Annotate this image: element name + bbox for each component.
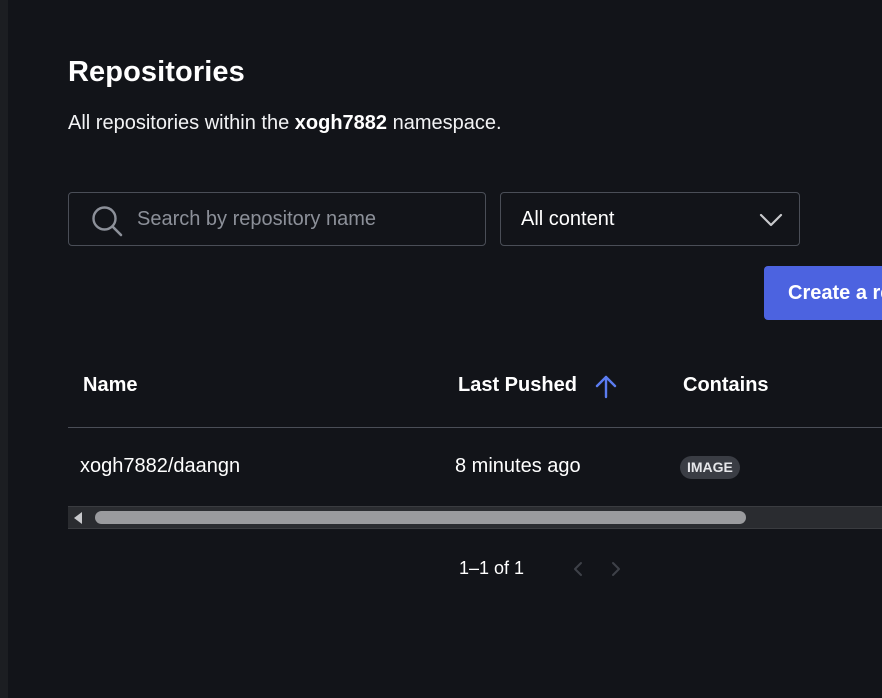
search-icon	[92, 206, 123, 237]
table-header: Name Last Pushed Contains	[68, 350, 882, 428]
search-field[interactable]	[68, 192, 486, 246]
content-type-badge: IMAGE	[680, 456, 740, 479]
column-header-last-pushed[interactable]: Last Pushed	[458, 374, 617, 399]
create-repository-button[interactable]: Create a repository	[764, 266, 882, 320]
chevron-down-icon	[759, 213, 783, 227]
subtitle-suffix: namespace.	[387, 112, 502, 134]
content-filter-select[interactable]: All content	[500, 192, 800, 246]
scrollbar-thumb[interactable]	[95, 511, 746, 524]
subtitle-prefix: All repositories within the	[68, 112, 295, 134]
pagination-range: 1–1 of 1	[459, 558, 525, 578]
content-filter-value: All content	[521, 208, 615, 230]
page-subtitle: All repositories within the xogh7882 nam…	[68, 112, 502, 135]
arrow-up-icon	[595, 375, 617, 399]
repositories-page: Repositories All repositories within the…	[0, 0, 882, 698]
table-row[interactable]: xogh7882/daangn 8 minutes ago IMAGE	[68, 428, 882, 506]
scroll-left-arrow-icon[interactable]	[74, 512, 82, 524]
page-title: Repositories	[68, 56, 245, 88]
chevron-left-icon[interactable]	[571, 560, 585, 578]
chevron-right-icon[interactable]	[609, 560, 623, 578]
column-header-name[interactable]: Name	[83, 374, 137, 397]
horizontal-scrollbar[interactable]	[68, 506, 882, 529]
column-header-last-pushed-label: Last Pushed	[458, 374, 577, 396]
repositories-table: Name Last Pushed Contains xogh7882/daang…	[68, 350, 882, 506]
column-header-contains: Contains	[683, 374, 769, 396]
search-input[interactable]	[137, 193, 467, 245]
repository-name-link[interactable]: xogh7882/daangn	[80, 455, 240, 478]
last-pushed-cell: 8 minutes ago	[455, 455, 581, 477]
namespace-name: xogh7882	[294, 112, 388, 134]
